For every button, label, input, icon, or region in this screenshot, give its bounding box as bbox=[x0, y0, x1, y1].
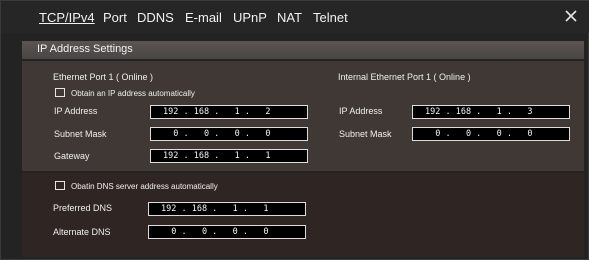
tab-ddns[interactable]: DDNS bbox=[137, 10, 174, 25]
alternate-dns-label: Alternate DNS bbox=[53, 227, 111, 237]
auto-ip-checkbox[interactable] bbox=[55, 88, 65, 97]
subnet-mask-field[interactable]: 0 . 0 . 0 . 0 bbox=[150, 127, 308, 141]
ethernet-port-1-heading: Ethernet Port 1 ( Online ) bbox=[53, 72, 154, 82]
tab-port[interactable]: Port bbox=[103, 10, 127, 25]
network-settings-dialog: TCP/IPv4 Port DDNS E-mail UPnP NAT Telne… bbox=[0, 0, 589, 260]
internal-ip-address-label: IP Address bbox=[339, 106, 383, 116]
ip-settings-header: IP Address Settings bbox=[22, 41, 584, 59]
auto-dns-checkbox[interactable] bbox=[55, 181, 65, 190]
preferred-dns-label: Preferred DNS bbox=[53, 203, 113, 213]
tab-nat[interactable]: NAT bbox=[277, 10, 302, 25]
tab-tcp-ipv4[interactable]: TCP/IPv4 bbox=[39, 10, 95, 25]
ip-settings-title: IP Address Settings bbox=[37, 43, 133, 55]
close-icon[interactable] bbox=[563, 8, 579, 24]
ip-address-field[interactable]: 192 . 168 . 1 . 2 bbox=[150, 105, 308, 119]
internal-ip-address-field[interactable]: 192 . 168 . 1 . 3 bbox=[412, 105, 570, 119]
internal-subnet-mask-field[interactable]: 0 . 0 . 0 . 0 bbox=[412, 127, 570, 141]
alternate-dns-field[interactable]: 0 . 0 . 0 . 0 bbox=[148, 225, 306, 239]
ip-address-label: IP Address bbox=[54, 106, 98, 116]
tab-bar: TCP/IPv4 Port DDNS E-mail UPnP NAT Telne… bbox=[1, 1, 589, 33]
auto-dns-label: Obatin DNS server address automatically bbox=[71, 182, 218, 191]
internal-subnet-mask-label: Subnet Mask bbox=[339, 129, 392, 139]
subnet-mask-label: Subnet Mask bbox=[54, 129, 107, 139]
gateway-label: Gateway bbox=[54, 151, 90, 161]
internal-ethernet-heading: Internal Ethernet Port 1 ( Online ) bbox=[338, 72, 471, 82]
gateway-field[interactable]: 192 . 168 . 1 . 1 bbox=[150, 149, 308, 163]
tab-email[interactable]: E-mail bbox=[185, 10, 222, 25]
preferred-dns-field[interactable]: 192 . 168 . 1 . 1 bbox=[148, 202, 306, 216]
tab-upnp[interactable]: UPnP bbox=[233, 10, 267, 25]
tab-telnet[interactable]: Telnet bbox=[313, 10, 348, 25]
auto-ip-label: Obtain an IP address automatically bbox=[71, 89, 195, 98]
